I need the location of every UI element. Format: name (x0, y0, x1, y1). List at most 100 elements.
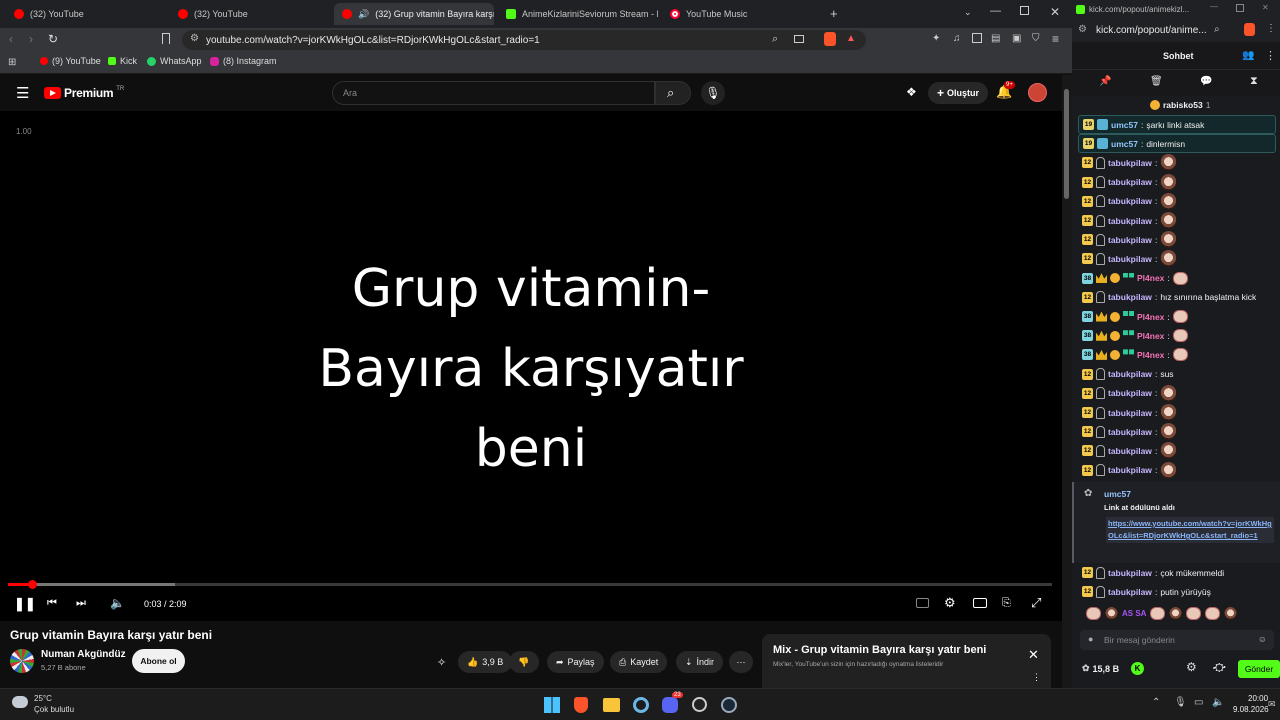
chat-username[interactable]: Pl4nex (1137, 312, 1164, 322)
more-actions-button[interactable]: ⋯ (729, 651, 753, 673)
network-icon[interactable]: ▭ (1194, 697, 1203, 708)
chat-message[interactable]: 12 tabukpilaw: (1082, 384, 1178, 403)
brave-icon[interactable] (574, 697, 588, 713)
scrollbar[interactable] (1062, 75, 1072, 688)
more-icon[interactable]: ⋮ (1265, 49, 1276, 62)
emote-icon[interactable] (1150, 607, 1166, 620)
bookmark-kick[interactable]: Kick (108, 56, 137, 66)
emote-icon[interactable] (1224, 607, 1238, 620)
kick-k-icon[interactable]: K (1131, 662, 1144, 675)
tab-youtube-1[interactable]: (32) YouTube (6, 3, 166, 25)
share-button[interactable]: ➦ Paylaş (547, 651, 604, 673)
avatar[interactable] (1028, 83, 1047, 102)
chat-message[interactable]: 12 tabukpilaw: çok mükemmeldi (1082, 563, 1224, 582)
progress-bar[interactable] (8, 580, 1052, 589)
apps-icon[interactable]: ⊞ (8, 57, 16, 68)
chat-username[interactable]: tabukpilaw (1108, 216, 1152, 226)
settings-gear-icon[interactable]: ⚙ (1186, 660, 1197, 674)
brave-shield-icon[interactable] (824, 32, 836, 46)
tab-kick[interactable]: AnimeKizlariniSeviorum Stream - Kic (498, 3, 658, 25)
emote-icon[interactable] (1186, 607, 1202, 620)
close-window-icon[interactable]: ✕ (1050, 5, 1060, 19)
previous-icon[interactable]: ⏮ (47, 597, 57, 610)
send-button[interactable]: Gönder (1238, 660, 1280, 678)
chat-message[interactable]: 12 tabukpilaw: (1082, 211, 1178, 230)
reading-list-icon[interactable]: ▤ (991, 33, 1000, 44)
steam-icon[interactable] (721, 697, 737, 713)
subtitles-icon[interactable] (916, 598, 929, 608)
pin-icon[interactable]: 📌 (1099, 76, 1111, 87)
chat-username[interactable]: umc57 (1111, 139, 1138, 149)
mic-tray-icon[interactable]: 🎙 (1174, 697, 1187, 708)
chat-username[interactable]: tabukpilaw (1108, 446, 1152, 456)
menu-icon[interactable]: ⋮ (1266, 23, 1276, 34)
chat-message[interactable]: 12 tabukpilaw: (1082, 441, 1178, 460)
cast-icon[interactable] (794, 35, 804, 43)
chat-message[interactable]: 19 umc57: şarkı linki atsak (1078, 115, 1276, 134)
minimize-icon[interactable]: — (1210, 2, 1218, 11)
chat-username[interactable]: Pl4nex (1137, 350, 1164, 360)
close-window-icon[interactable]: ✕ (1262, 3, 1269, 12)
create-button[interactable]: + Oluştur (928, 82, 989, 104)
chat-message[interactable]: 38 Pl4nex: (1082, 307, 1188, 326)
back-icon[interactable]: ‹ (9, 32, 13, 46)
chat-message[interactable]: 12 tabukpilaw: putin yürüyüş (1082, 582, 1211, 601)
volume-icon[interactable]: 🔈 (110, 596, 125, 610)
chat-username[interactable]: tabukpilaw (1108, 587, 1152, 597)
chat-username[interactable]: tabukpilaw (1108, 196, 1152, 206)
chat-username[interactable]: tabukpilaw (1108, 568, 1152, 578)
search-button[interactable]: ⌕ (655, 81, 691, 105)
bookmark-youtube[interactable]: (9) YouTube (40, 56, 101, 66)
reload-icon[interactable]: ↻ (48, 32, 58, 46)
chat-input[interactable]: ● Bir mesaj gönderin ☺ (1080, 630, 1274, 650)
chat-message[interactable]: 12 tabukpilaw: hız sınırına başlatma kick (1082, 288, 1256, 307)
chat-username[interactable]: tabukpilaw (1108, 465, 1152, 475)
reward-link[interactable]: https://www.youtube.com/watch?v=jorKWkHg… (1106, 517, 1274, 543)
vpn-icon[interactable]: ⛉ (1032, 33, 1040, 44)
extensions-icon[interactable]: ✦ (932, 33, 940, 44)
cast-icon[interactable]: ❖ (906, 85, 917, 99)
more-icon[interactable]: ⋮ (1032, 672, 1041, 683)
chat-message[interactable]: 12 tabukpilaw: (1082, 249, 1178, 268)
chat-message[interactable]: 12 tabukpilaw: sus (1082, 365, 1174, 384)
scrollbar-thumb[interactable] (1064, 89, 1069, 199)
site-settings-icon[interactable]: ⚙ (190, 33, 199, 44)
bookmark-whatsapp[interactable]: WhatsApp (147, 56, 202, 66)
wallet-icon[interactable]: ▣ (1012, 33, 1021, 44)
chat-username[interactable]: tabukpilaw (1108, 408, 1152, 418)
gift-icon[interactable]: ⛮ (1213, 660, 1226, 675)
reward-username[interactable]: umc57 (1104, 489, 1131, 499)
brave-shield-icon[interactable] (1244, 23, 1255, 36)
ai-sparkle-icon[interactable]: ✧ (437, 656, 446, 669)
chat-username[interactable]: tabukpilaw (1108, 235, 1152, 245)
chat-bubble-icon[interactable]: 💬 (1200, 76, 1212, 87)
chat-username[interactable]: tabukpilaw (1108, 254, 1152, 264)
channel-name[interactable]: Numan Akgündüz (41, 649, 126, 660)
emote-bar[interactable]: AS SA (1086, 607, 1238, 620)
youtube-logo[interactable]: Premium TR (44, 86, 124, 100)
channel-points[interactable]: ✿ 15,8 B (1082, 663, 1119, 674)
hamburger-menu-icon[interactable]: ☰ (16, 84, 29, 102)
scrubber-handle[interactable] (28, 580, 37, 589)
chat-message[interactable]: 38 Pl4nex: (1082, 269, 1188, 288)
chat-message[interactable]: 12 tabukpilaw: (1082, 173, 1178, 192)
hourglass-icon[interactable]: ⧗ (1250, 75, 1258, 88)
tab-youtube-2[interactable]: (32) YouTube (170, 3, 330, 25)
pause-icon[interactable]: ❚❚ (14, 596, 36, 612)
music-icon[interactable]: ♫ (953, 33, 961, 44)
sidebar-icon[interactable] (972, 33, 982, 43)
site-info-icon[interactable]: ⚙ (1078, 24, 1087, 35)
chat-message[interactable]: 12 tabukpilaw: (1082, 461, 1178, 480)
chat-message[interactable]: 12 tabukpilaw: (1082, 153, 1178, 172)
popout-address-bar[interactable]: ⚙ kick.com/popout/anime... ⌕ ⋮ (1072, 20, 1280, 42)
users-icon[interactable]: 👥 (1242, 50, 1254, 61)
theater-mode-icon[interactable] (973, 598, 987, 608)
chat-message[interactable]: 12 tabukpilaw: (1082, 422, 1178, 441)
notifications-icon[interactable]: ✉ (1268, 699, 1276, 710)
emote-icon[interactable] (1169, 607, 1183, 620)
zoom-icon[interactable]: ⌕ (772, 33, 778, 46)
maximize-icon[interactable] (1020, 6, 1029, 15)
zoom-icon[interactable]: ⌕ (1214, 24, 1220, 35)
emote-icon[interactable] (1205, 607, 1221, 620)
bookmark-icon[interactable] (162, 33, 170, 44)
